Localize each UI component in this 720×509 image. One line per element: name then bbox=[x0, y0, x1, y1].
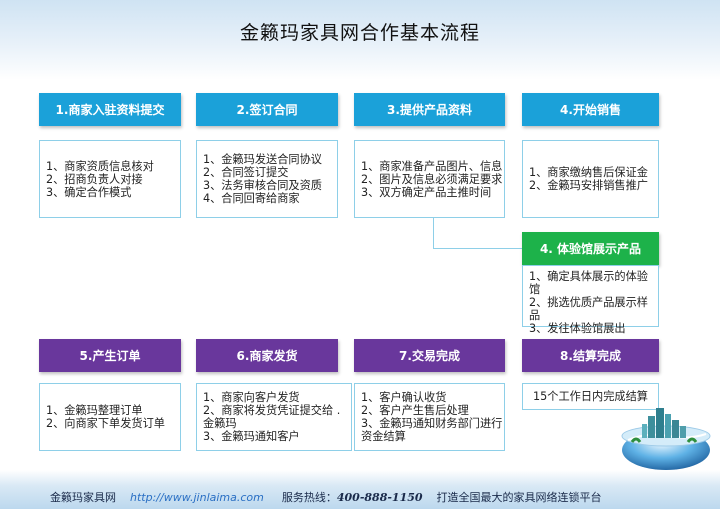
list-item: 2、金籁玛安排销售推广 bbox=[529, 179, 648, 192]
list-item: 1、商家资质信息核对 bbox=[46, 159, 154, 173]
globe-city-icon bbox=[621, 408, 711, 470]
list-item: 1、客户确认收货 bbox=[361, 391, 447, 404]
list-item: 1、金籁玛发送合同协议 bbox=[203, 153, 322, 166]
list-item: 3、金籁玛通知客户 bbox=[203, 430, 300, 443]
step-3-details: 1、商家准备产品图片、信息 2、图片及信息必须满足要求 3、双方确定产品主推时间 bbox=[354, 140, 505, 218]
list-item: 1、商家准备产品图片、信息 bbox=[361, 159, 503, 173]
list-item: 金籁玛 bbox=[203, 417, 237, 430]
step-4-details: 1、商家缴纳售后保证金 2、金籁玛安排销售推广 bbox=[522, 140, 659, 218]
list-item: 2、向商家下单发货订单 bbox=[46, 417, 165, 430]
list-item: 2、挑选优质产品展示样品 bbox=[529, 296, 648, 322]
step-5-header: 5.产生订单 bbox=[39, 339, 181, 372]
list-item: 1、商家缴纳售后保证金 bbox=[529, 166, 648, 179]
list-item: 3、双方确定产品主推时间 bbox=[361, 185, 492, 199]
list-item: 2、客户产生售后处理 bbox=[361, 404, 469, 417]
list-item: 3、法务审核合同及资质 bbox=[203, 179, 322, 192]
footer: 金籁玛家具网 http://www.jinlaima.com 服务热线：400-88… bbox=[50, 489, 602, 505]
step-4-header: 4.开始销售 bbox=[522, 93, 659, 126]
footer-slogan: 打造全国最大的家具网络连锁平台 bbox=[436, 491, 602, 504]
connector-line bbox=[433, 218, 522, 249]
list-item: 1、确定具体展示的体验馆 bbox=[529, 270, 648, 296]
step-1-header: 1.商家入驻资料提交 bbox=[39, 93, 181, 126]
list-item: 2、合同签订提交 bbox=[203, 166, 289, 179]
list-item: 4、合同回寄给商家 bbox=[203, 192, 300, 205]
list-item: 3、金籁玛通知财务部门进行 bbox=[361, 417, 503, 430]
step-7-header: 7.交易完成 bbox=[354, 339, 505, 372]
list-item: 2、招商负责人对接 bbox=[46, 172, 143, 186]
step-4b-details: 1、确定具体展示的体验馆 2、挑选优质产品展示样品 3、发往体验馆展出 bbox=[522, 265, 659, 335]
list-item: 3、确定合作模式 bbox=[46, 185, 132, 199]
page-title: 金籁玛家具网合作基本流程 bbox=[239, 22, 480, 44]
step-2-header: 2.签订合同 bbox=[196, 93, 338, 126]
footer-hotline: 400-888-1150 bbox=[336, 491, 423, 504]
step-1-details: 1、商家资质信息核对 2、招商负责人对接 3、确定合作模式 bbox=[39, 140, 181, 218]
step-6-details: 1、商家向客户发货 2、商家将发货凭证提交给 . 金籁玛 3、金籁玛通知客户 bbox=[196, 383, 352, 451]
list-item: 2、商家将发货凭证提交给 . bbox=[203, 404, 341, 417]
list-item: 3、发往体验馆展出 bbox=[529, 322, 626, 335]
step-4b-header: 4. 体验馆展示产品 bbox=[522, 232, 659, 265]
list-item: 1、金籁玛整理订单 bbox=[46, 404, 143, 417]
step-6-header: 6.商家发货 bbox=[196, 339, 338, 372]
step-8-header: 8.结算完成 bbox=[522, 339, 659, 372]
step-7-details: 1、客户确认收货 2、客户产生售后处理 3、金籁玛通知财务部门进行 资金结算 bbox=[354, 383, 505, 451]
list-item: 2、图片及信息必须满足要求 bbox=[361, 172, 503, 186]
step-3-header: 3.提供产品资料 bbox=[354, 93, 505, 126]
footer-hotline-label: 服务热线： bbox=[281, 491, 337, 504]
footer-brand: 金籁玛家具网 bbox=[50, 491, 116, 504]
list-item: 资金结算 bbox=[361, 430, 406, 443]
step-5-details: 1、金籁玛整理订单 2、向商家下单发货订单 bbox=[39, 383, 181, 451]
list-item: 1、商家向客户发货 bbox=[203, 391, 300, 404]
footer-url-link[interactable]: http://www.jinlaima.com bbox=[130, 491, 264, 504]
step-2-details: 1、金籁玛发送合同协议 2、合同签订提交 3、法务审核合同及资质 4、合同回寄给… bbox=[196, 140, 338, 218]
